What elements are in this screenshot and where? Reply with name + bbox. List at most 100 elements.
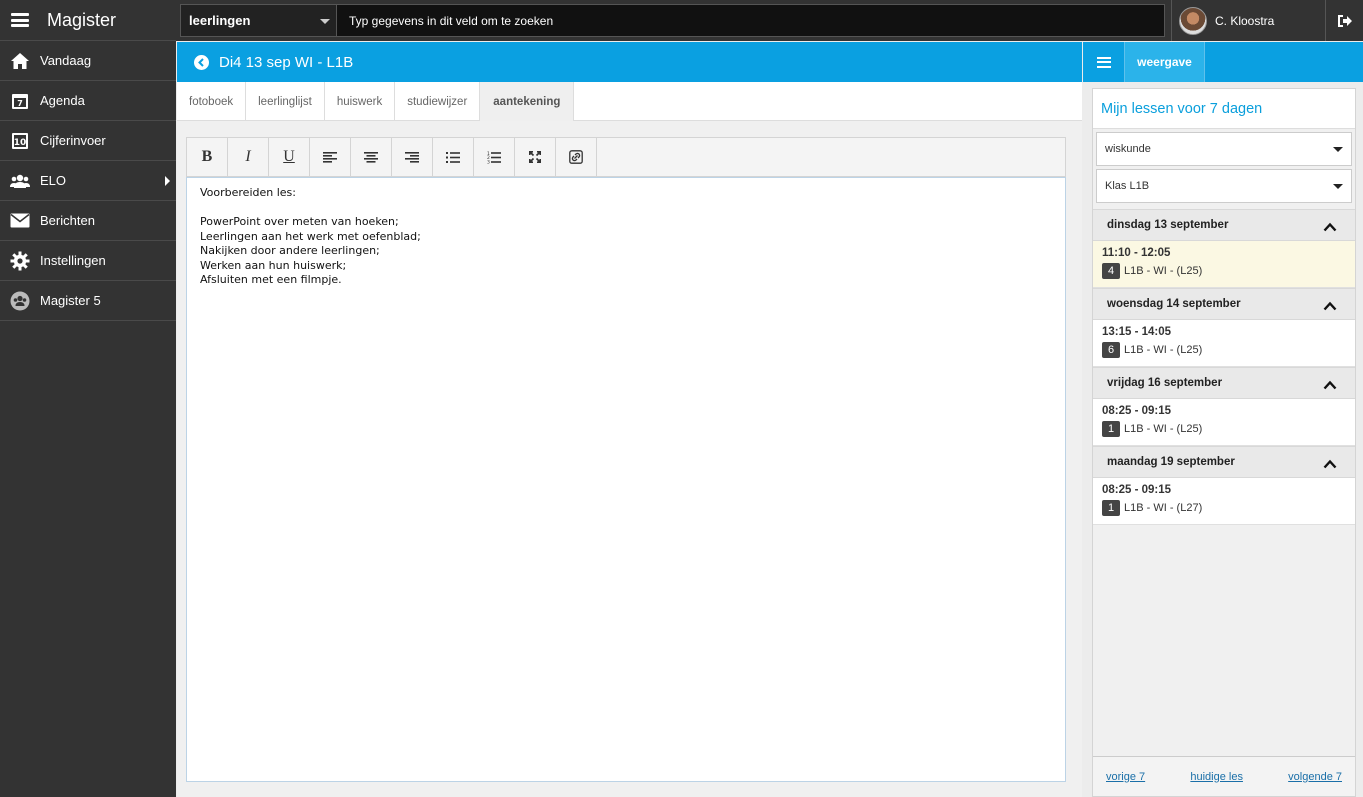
nav-item-agenda[interactable]: 7 Agenda — [0, 81, 176, 121]
period-badge: 6 — [1102, 342, 1120, 358]
list-item[interactable]: 08:25 - 09:15 1 L1B - WI - (L27) — [1093, 478, 1355, 525]
right-panel: Mijn lessen voor 7 dagen wiskunde Klas L… — [1092, 88, 1356, 797]
editor-line: Afsluiten met een filmpje. — [200, 273, 342, 286]
lesson-tabs: fotoboek leerlinglijst huiswerk studiewi… — [177, 82, 1082, 121]
sidebar: Magister Vandaag 7 Agenda 10 Cijferinvoe… — [0, 0, 176, 797]
calendar-icon: 7 — [10, 91, 30, 111]
lesson-time: 13:15 - 14:05 — [1102, 326, 1172, 338]
nav-label: Magister 5 — [40, 293, 101, 308]
nav-item-berichten[interactable]: Berichten — [0, 201, 176, 241]
tab-aantekening[interactable]: aantekening — [480, 82, 575, 121]
current-lesson-link[interactable]: huidige les — [1190, 771, 1243, 783]
editor-area: B I U 123 Voorbereiden les: PowerPoint o… — [177, 121, 1082, 797]
panel-footer: vorige 7 huidige les volgende 7 — [1093, 756, 1355, 796]
prev-week-link[interactable]: vorige 7 — [1106, 771, 1145, 783]
day-label: vrijdag 16 september — [1107, 377, 1223, 389]
lesson-desc: L1B - WI - (L27) — [1124, 502, 1203, 514]
avatar — [1179, 6, 1207, 35]
link-icon — [569, 150, 583, 164]
align-right-button[interactable] — [392, 138, 433, 176]
app-title: Magister — [47, 9, 117, 30]
brand-bar: Magister — [0, 0, 176, 41]
lesson-desc: L1B - WI - (L25) — [1124, 344, 1203, 356]
list-item[interactable]: 13:15 - 14:05 6 L1B - WI - (L25) — [1093, 320, 1355, 367]
nav-item-elo[interactable]: ELO — [0, 161, 176, 201]
search-scope-select[interactable]: leerlingen — [180, 4, 337, 37]
tab-label: fotoboek — [189, 95, 234, 108]
lesson-time: 08:25 - 09:15 — [1102, 484, 1172, 496]
nav-item-cijferinvoer[interactable]: 10 Cijferinvoer — [0, 121, 176, 161]
nav-label: ELO — [40, 173, 67, 188]
align-right-icon — [405, 151, 419, 163]
nav-label: Agenda — [40, 93, 85, 108]
bullet-list-button[interactable] — [433, 138, 474, 176]
bold-button[interactable]: B — [187, 138, 228, 176]
italic-button[interactable]: I — [228, 138, 269, 176]
list-item[interactable]: 11:10 - 12:05 4 L1B - WI - (L25) — [1093, 241, 1355, 288]
logout-icon — [1337, 14, 1352, 27]
numbered-list-icon: 123 — [487, 151, 501, 164]
note-editor[interactable]: Voorbereiden les: PowerPoint over meten … — [186, 177, 1066, 782]
menu-icon[interactable] — [11, 13, 29, 27]
caret-down-icon — [320, 19, 330, 24]
tab-leerlinglijst[interactable]: leerlinglijst — [246, 82, 325, 121]
tab-label: weergave — [1137, 55, 1192, 69]
tab-huiswerk[interactable]: huiswerk — [325, 82, 396, 121]
underline-button[interactable]: U — [269, 138, 310, 176]
user-name: C. Kloostra — [1215, 13, 1275, 28]
right-panel-menu-button[interactable] — [1083, 42, 1125, 82]
envelope-icon — [10, 211, 30, 231]
search-input[interactable] — [337, 4, 1165, 37]
gear-icon — [10, 251, 30, 271]
tab-label: leerlinglijst — [258, 95, 312, 108]
back-icon[interactable] — [194, 54, 209, 70]
page-title: Di4 13 sep WI - L1B — [219, 53, 354, 71]
lesson-list: dinsdag 13 september 11:10 - 12:05 4 L1B … — [1093, 209, 1355, 525]
period-badge: 4 — [1102, 263, 1120, 279]
editor-line: Voorbereiden les: — [200, 186, 296, 199]
tab-label: aantekening — [493, 95, 561, 108]
tab-studiewijzer[interactable]: studiewijzer — [395, 82, 481, 121]
tab-weergave[interactable]: weergave — [1125, 42, 1205, 82]
lesson-time: 08:25 - 09:15 — [1102, 405, 1172, 417]
nav-label: Vandaag — [40, 53, 92, 68]
period-badge: 1 — [1102, 500, 1120, 516]
right-panel-header: weergave — [1083, 42, 1363, 82]
list-item[interactable]: 08:25 - 09:15 1 L1B - WI - (L25) — [1093, 399, 1355, 446]
subject-select[interactable]: wiskunde — [1096, 132, 1352, 166]
lesson-desc: L1B - WI - (L25) — [1124, 423, 1203, 435]
fullscreen-button[interactable] — [515, 138, 556, 176]
nav-item-vandaag[interactable]: Vandaag — [0, 41, 176, 81]
svg-text:7: 7 — [17, 99, 23, 108]
link-button[interactable] — [556, 138, 597, 176]
day-header[interactable]: dinsdag 13 september — [1093, 209, 1355, 241]
day-header[interactable]: maandag 19 september — [1093, 446, 1355, 478]
tab-fotoboek[interactable]: fotoboek — [177, 82, 247, 121]
day-header[interactable]: woensdag 14 september — [1093, 288, 1355, 320]
bullet-list-icon — [446, 151, 460, 163]
user-menu[interactable]: C. Kloostra — [1171, 0, 1301, 41]
numbered-list-button[interactable]: 123 — [474, 138, 515, 176]
align-left-button[interactable] — [310, 138, 351, 176]
group-icon — [10, 291, 30, 311]
editor-line: Werken aan hun huiswerk; — [200, 258, 347, 272]
underline-icon: U — [283, 148, 295, 165]
tab-label: huiswerk — [336, 95, 383, 108]
bold-icon: B — [201, 148, 213, 165]
align-center-button[interactable] — [351, 138, 392, 176]
nav-item-magister5[interactable]: Magister 5 — [0, 281, 176, 321]
chevron-right-icon — [165, 176, 170, 186]
period-badge: 1 — [1102, 421, 1120, 437]
logout-button[interactable] — [1325, 0, 1363, 41]
lesson-time: 11:10 - 12:05 — [1102, 247, 1171, 259]
day-header[interactable]: vrijdag 16 september — [1093, 367, 1355, 399]
italic-icon: I — [245, 148, 251, 165]
class-select[interactable]: Klas L1B — [1096, 169, 1352, 203]
nav-label: Cijferinvoer — [40, 133, 106, 148]
chevron-up-icon — [1323, 380, 1337, 390]
nav-item-instellingen[interactable]: Instellingen — [0, 241, 176, 281]
top-bar: leerlingen C. Kloostra — [176, 0, 1363, 41]
caret-down-icon — [1333, 184, 1343, 189]
next-week-link[interactable]: volgende 7 — [1288, 771, 1342, 783]
